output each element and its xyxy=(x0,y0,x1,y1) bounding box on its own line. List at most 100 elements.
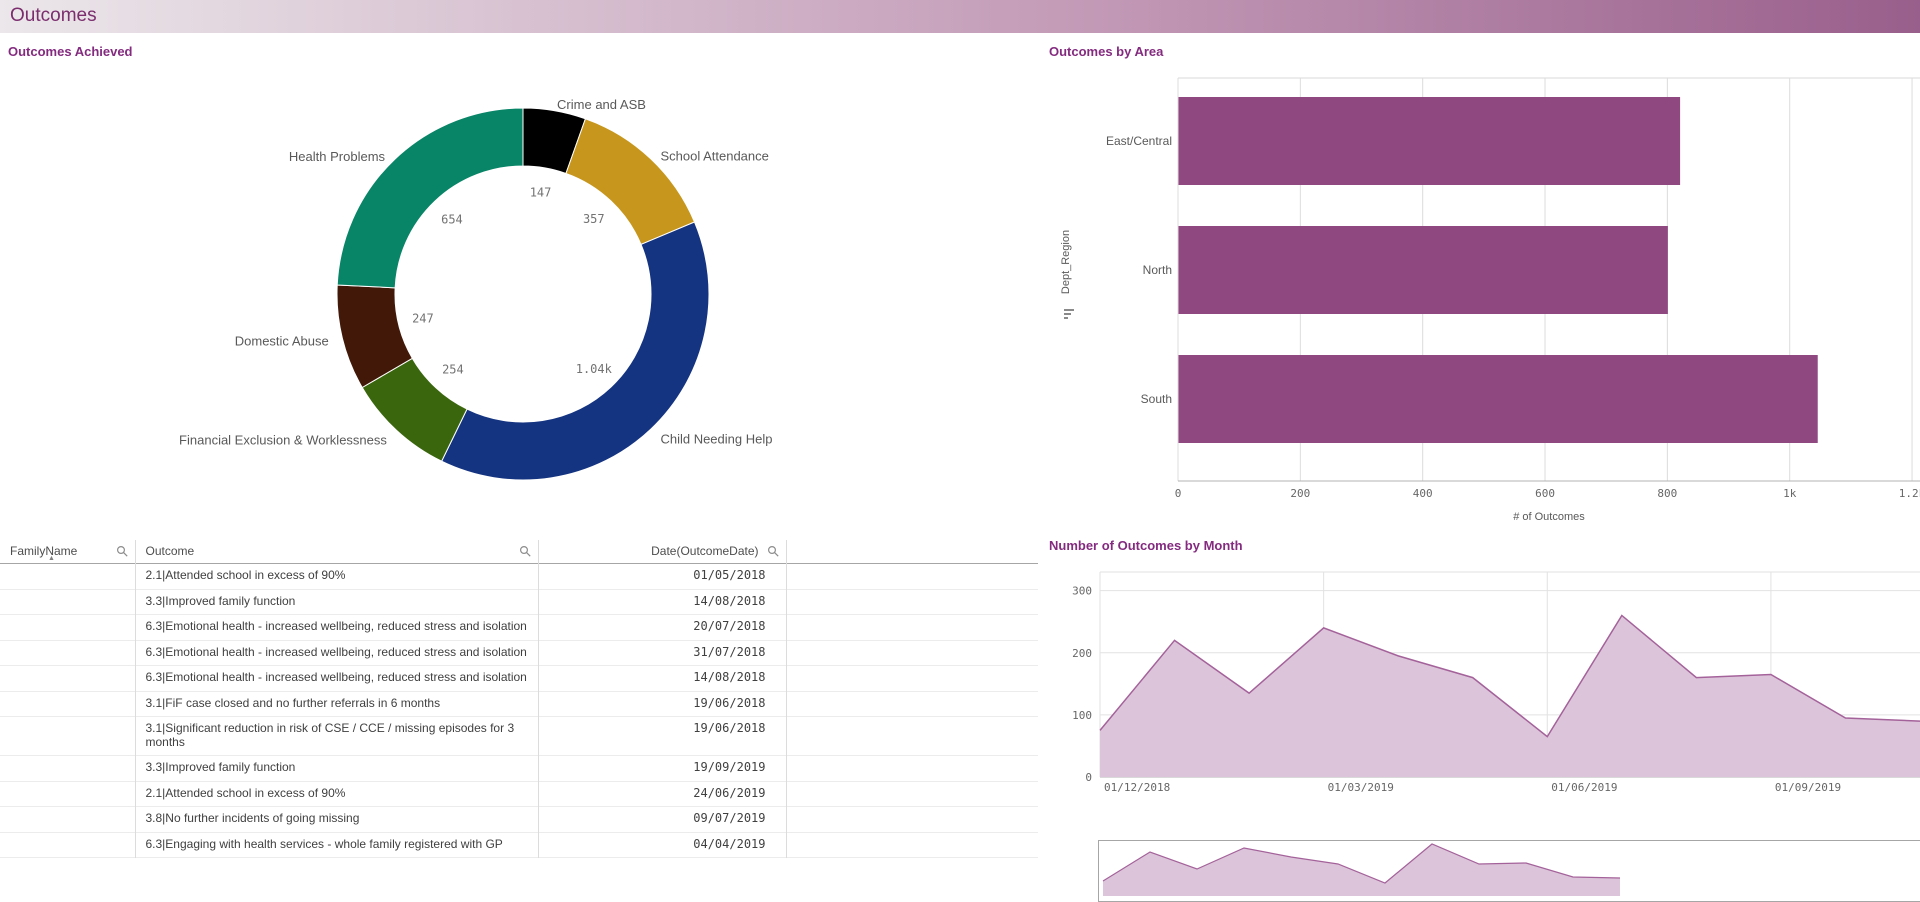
x-tick-label: 01/03/2019 xyxy=(1328,781,1394,794)
cell-date[interactable]: 14/08/2018 xyxy=(538,666,786,692)
x-tick-label: 600 xyxy=(1535,487,1555,500)
cell-family[interactable] xyxy=(0,589,135,615)
donut-category-label: Financial Exclusion & Worklessness xyxy=(179,433,387,448)
area-chart[interactable]: 010020030001/12/201801/03/201901/06/2019… xyxy=(1040,555,1920,805)
donut-value-label: 254 xyxy=(442,362,464,376)
column-header-outcome[interactable]: Outcome xyxy=(135,540,538,564)
area-panel-title: Number of Outcomes by Month xyxy=(1049,538,1243,553)
donut-slice[interactable] xyxy=(337,108,523,288)
cell-date[interactable]: 04/04/2019 xyxy=(538,832,786,858)
x-tick-label: 1.2k xyxy=(1899,487,1920,500)
column-header-familyname[interactable]: FamilyName ▲ xyxy=(0,540,135,564)
cell-extra xyxy=(786,717,1038,756)
cell-family[interactable] xyxy=(0,640,135,666)
bar-category-label: South xyxy=(1141,392,1172,406)
cell-date[interactable]: 19/06/2018 xyxy=(538,717,786,756)
cell-outcome[interactable]: 3.8|No further incidents of going missin… xyxy=(135,807,538,833)
cell-family[interactable] xyxy=(0,756,135,782)
donut-value-label: 247 xyxy=(412,311,434,325)
cell-date[interactable]: 20/07/2018 xyxy=(538,615,786,641)
cell-outcome[interactable]: 6.3|Emotional health - increased wellbei… xyxy=(135,615,538,641)
search-icon[interactable] xyxy=(116,545,129,558)
cell-family[interactable] xyxy=(0,832,135,858)
cell-outcome[interactable]: 6.3|Emotional health - increased wellbei… xyxy=(135,640,538,666)
y-tick-label: 300 xyxy=(1072,585,1092,598)
table-row: 3.3|Improved family function19/09/2019 xyxy=(0,756,1038,782)
column-label-outcome: Outcome xyxy=(146,544,195,558)
table-row: 2.1|Attended school in excess of 90%24/0… xyxy=(0,781,1038,807)
outcomes-by-area-chart[interactable]: 02004006008001k1.2kEast/CentralNorthSout… xyxy=(1040,33,1920,533)
column-header-empty xyxy=(786,540,1038,564)
bar-chart[interactable]: 02004006008001k1.2kEast/CentralNorthSout… xyxy=(1040,33,1920,533)
cell-outcome[interactable]: 2.1|Attended school in excess of 90% xyxy=(135,781,538,807)
navigator-mini-chart[interactable] xyxy=(1099,841,1920,901)
table-row: 3.3|Improved family function14/08/2018 xyxy=(0,589,1038,615)
outcomes-table: FamilyName ▲ Outcome xyxy=(0,540,1038,858)
cell-outcome[interactable]: 3.3|Improved family function xyxy=(135,756,538,782)
cell-extra xyxy=(786,615,1038,641)
bar-east-central[interactable] xyxy=(1179,97,1681,185)
donut-value-label: 1.04k xyxy=(576,362,613,376)
search-icon[interactable] xyxy=(767,545,780,558)
cell-family[interactable] xyxy=(0,781,135,807)
table-row: 6.3|Emotional health - increased wellbei… xyxy=(0,666,1038,692)
bar-south[interactable] xyxy=(1179,355,1818,443)
cell-family[interactable] xyxy=(0,807,135,833)
table-row: 3.1|Significant reduction in risk of CSE… xyxy=(0,717,1038,756)
x-tick-label: 400 xyxy=(1413,487,1433,500)
cell-family[interactable] xyxy=(0,691,135,717)
cell-date[interactable]: 09/07/2019 xyxy=(538,807,786,833)
donut-category-label: School Attendance xyxy=(660,149,768,164)
outcomes-table-panel: FamilyName ▲ Outcome xyxy=(0,540,1038,872)
sort-icon[interactable] xyxy=(1064,309,1074,311)
cell-date[interactable]: 31/07/2018 xyxy=(538,640,786,666)
x-tick-label: 01/06/2019 xyxy=(1551,781,1617,794)
column-header-date[interactable]: Date(OutcomeDate) xyxy=(538,540,786,564)
cell-outcome[interactable]: 3.1|FiF case closed and no further refer… xyxy=(135,691,538,717)
table-row: 3.1|FiF case closed and no further refer… xyxy=(0,691,1038,717)
sort-icon[interactable] xyxy=(1064,313,1071,315)
cell-family[interactable] xyxy=(0,717,135,756)
cell-date[interactable]: 19/06/2018 xyxy=(538,691,786,717)
time-range-navigator[interactable] xyxy=(1098,840,1920,902)
donut-chart[interactable]: 147Crime and ASB357School Attendance1.04… xyxy=(0,33,1040,538)
cell-family[interactable] xyxy=(0,666,135,692)
cell-outcome[interactable]: 2.1|Attended school in excess of 90% xyxy=(135,564,538,590)
cell-outcome[interactable]: 3.3|Improved family function xyxy=(135,589,538,615)
app-header: Outcomes xyxy=(0,0,1920,33)
cell-date[interactable]: 24/06/2019 xyxy=(538,781,786,807)
table-row: 6.3|Emotional health - increased wellbei… xyxy=(0,640,1038,666)
cell-date[interactable]: 19/09/2019 xyxy=(538,756,786,782)
donut-value-label: 654 xyxy=(441,212,463,226)
x-axis-title: # of Outcomes xyxy=(1513,511,1585,523)
cell-family[interactable] xyxy=(0,615,135,641)
bar-north[interactable] xyxy=(1179,226,1668,314)
cell-date[interactable]: 14/08/2018 xyxy=(538,589,786,615)
navigator-area-fill[interactable] xyxy=(1103,844,1620,896)
cell-extra xyxy=(786,781,1038,807)
table-row: 2.1|Attended school in excess of 90%01/0… xyxy=(0,564,1038,590)
cell-outcome[interactable]: 6.3|Engaging with health services - whol… xyxy=(135,832,538,858)
cell-family[interactable] xyxy=(0,564,135,590)
table-row: 6.3|Emotional health - increased wellbei… xyxy=(0,615,1038,641)
outcomes-by-month-chart[interactable]: 010020030001/12/201801/03/201901/06/2019… xyxy=(1040,555,1920,805)
column-label-familyname: FamilyName xyxy=(10,544,77,558)
cell-outcome[interactable]: 3.1|Significant reduction in risk of CSE… xyxy=(135,717,538,756)
cell-extra xyxy=(786,756,1038,782)
cell-extra xyxy=(786,564,1038,590)
outcomes-achieved-chart[interactable]: 147Crime and ASB357School Attendance1.04… xyxy=(0,33,1040,538)
search-icon[interactable] xyxy=(519,545,532,558)
cell-extra xyxy=(786,666,1038,692)
table-row: 3.8|No further incidents of going missin… xyxy=(0,807,1038,833)
cell-date[interactable]: 01/05/2018 xyxy=(538,564,786,590)
donut-category-label: Health Problems xyxy=(289,149,386,164)
sort-icon[interactable] xyxy=(1064,317,1068,319)
cell-extra xyxy=(786,640,1038,666)
cell-outcome[interactable]: 6.3|Emotional health - increased wellbei… xyxy=(135,666,538,692)
area-fill[interactable] xyxy=(1100,615,1920,777)
bar-category-label: East/Central xyxy=(1106,134,1172,148)
x-tick-label: 01/12/2018 xyxy=(1104,781,1170,794)
donut-category-label: Crime and ASB xyxy=(557,97,646,112)
sort-ascending-icon: ▲ xyxy=(48,555,55,562)
x-tick-label: 200 xyxy=(1290,487,1310,500)
